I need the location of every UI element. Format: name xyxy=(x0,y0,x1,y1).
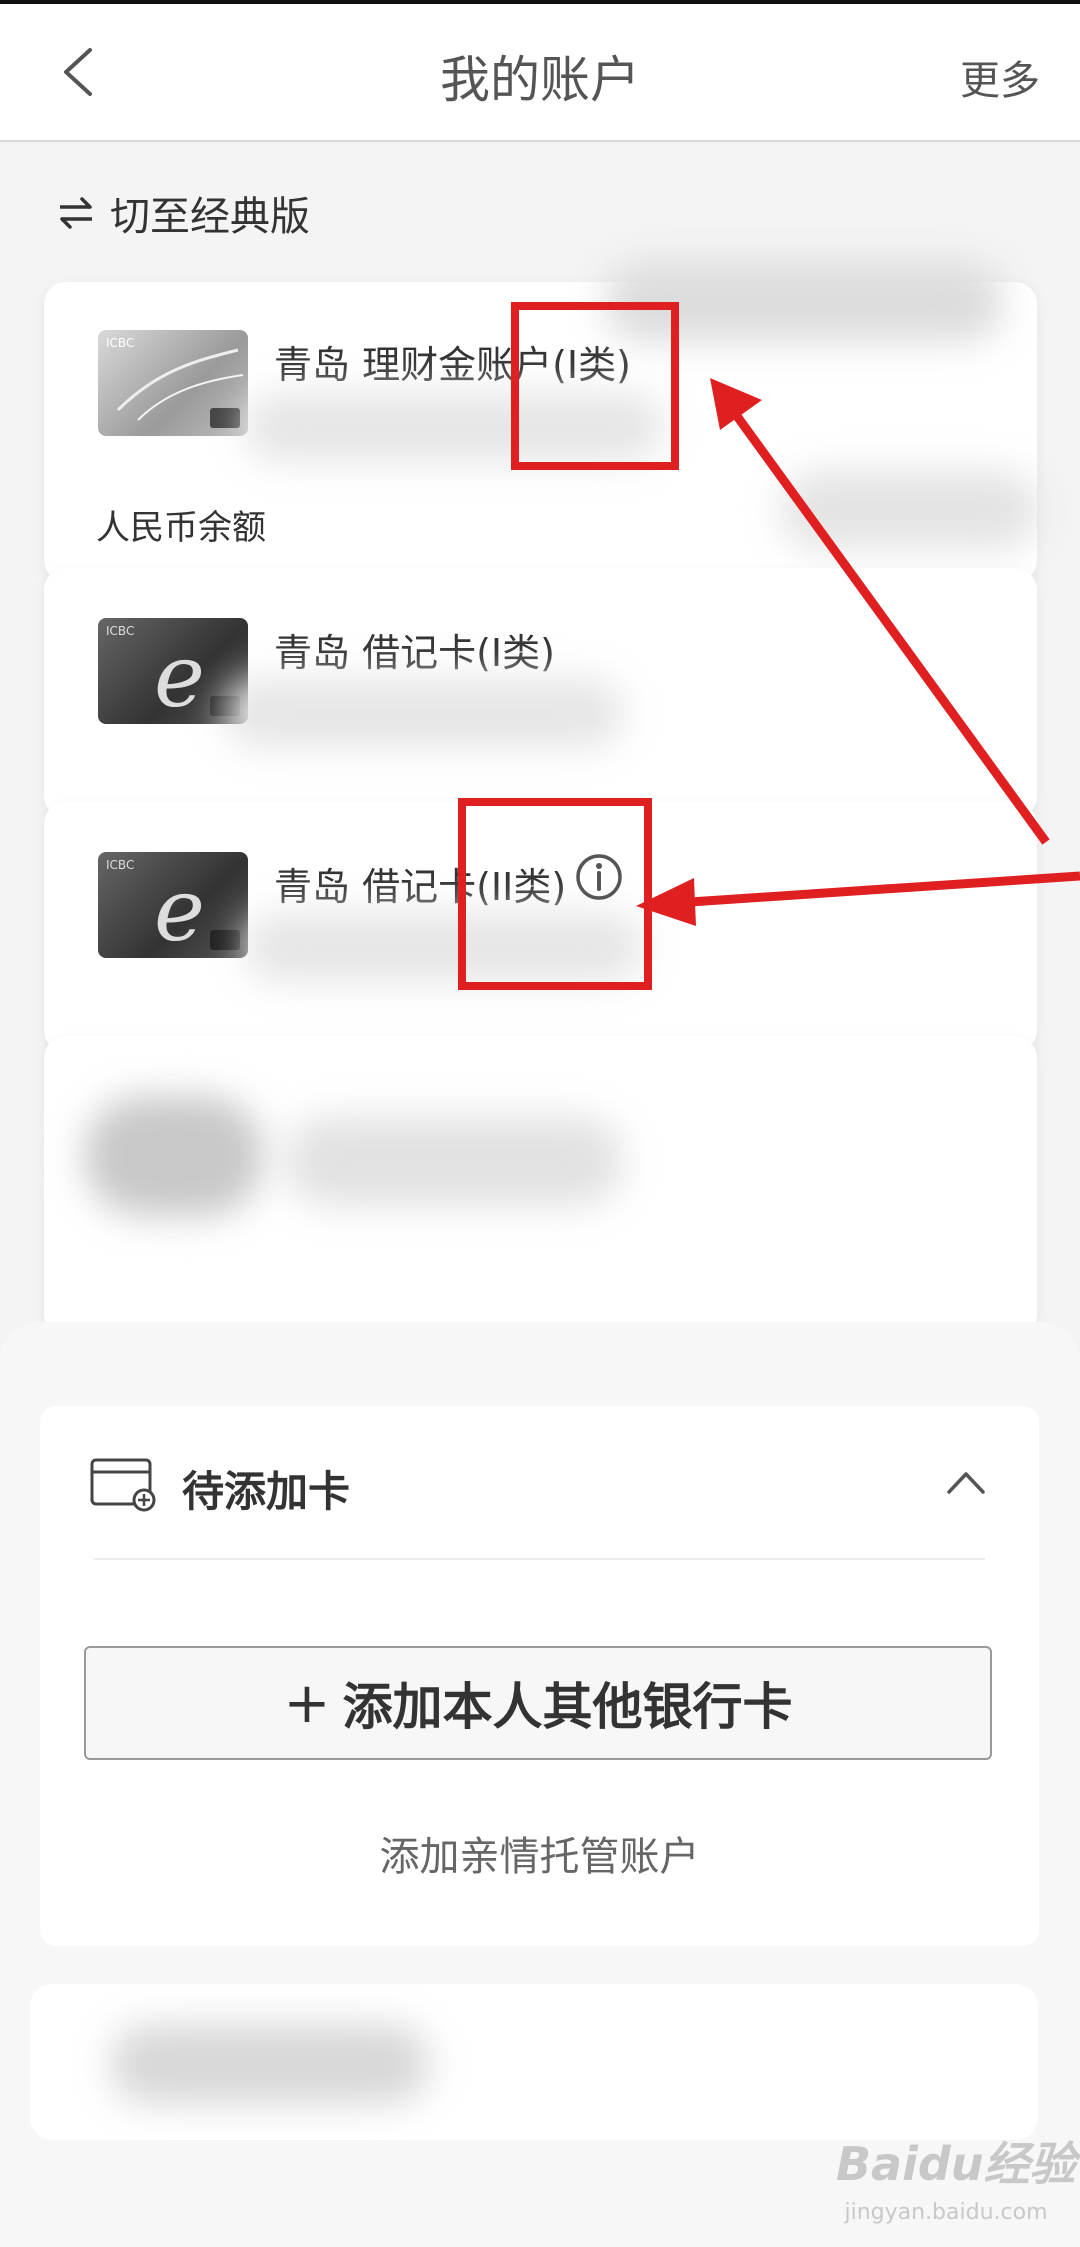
masked-card-number xyxy=(244,392,664,462)
add-family-account-link[interactable]: 添加亲情托管账户 xyxy=(40,1824,1039,1882)
account-card-masked[interactable] xyxy=(44,1036,1037,1336)
watermark-url: jingyan.baidu.com xyxy=(844,2200,1048,2225)
account-title: 青岛 理财金账户(I类) xyxy=(274,343,631,387)
bank-card-logo-text: ICBC xyxy=(106,858,135,872)
chevron-up-icon[interactable] xyxy=(943,1460,989,1506)
masked-card-text xyxy=(284,1116,624,1206)
plus-icon: + xyxy=(283,1670,331,1736)
bank-card-logo-text: ICBC xyxy=(106,624,135,638)
watermark-brand: Baidu经验 xyxy=(836,2137,1076,2191)
info-icon[interactable] xyxy=(574,852,624,902)
bank-card-logo-text: ICBC xyxy=(106,336,135,350)
switch-classic-label: 切至经典版 xyxy=(110,194,310,240)
svg-text:e: e xyxy=(154,861,205,958)
account-card-debit-class1[interactable]: ICBC e 青岛 借记卡(I类) xyxy=(44,568,1037,818)
cny-balance-label: 人民币余额 xyxy=(96,508,266,548)
bank-card-image: ICBC xyxy=(98,330,248,436)
card-add-icon xyxy=(90,1458,156,1512)
nav-bar: 我的账户 更多 xyxy=(0,4,1080,142)
swap-arrows-icon xyxy=(60,197,92,229)
more-button[interactable]: 更多 xyxy=(960,48,1040,106)
pending-cards-panel: 待添加卡 + 添加本人其他银行卡 添加亲情托管账户 xyxy=(40,1406,1039,1946)
add-own-card-label: 添加本人其他银行卡 xyxy=(342,1678,793,1736)
masked-balance xyxy=(604,262,1004,342)
pending-cards-title: 待添加卡 xyxy=(182,1467,351,1516)
masked-content xyxy=(110,2024,430,2104)
account-title: 青岛 借记卡(I类) xyxy=(274,631,555,675)
add-own-card-button[interactable]: + 添加本人其他银行卡 xyxy=(84,1646,992,1760)
baidu-jingyan-watermark: Baidu经验 jingyan.baidu.com xyxy=(826,2118,1076,2238)
divider xyxy=(94,1558,985,1560)
bottom-card-masked[interactable] xyxy=(30,1984,1038,2140)
account-title: 青岛 借记卡(II类) xyxy=(274,865,567,909)
page-title: 我的账户 xyxy=(440,51,640,109)
account-card-debit-class2[interactable]: ICBC e 青岛 借记卡(II类) xyxy=(44,802,1037,1052)
svg-text:e: e xyxy=(154,627,205,724)
masked-card-image xyxy=(84,1096,264,1216)
switch-classic-button[interactable]: 切至经典版 xyxy=(56,186,310,240)
masked-cny-balance xyxy=(780,470,1040,550)
masked-card-number xyxy=(224,678,624,748)
bank-card-image: ICBC e xyxy=(98,852,248,958)
masked-card-number xyxy=(244,912,644,982)
